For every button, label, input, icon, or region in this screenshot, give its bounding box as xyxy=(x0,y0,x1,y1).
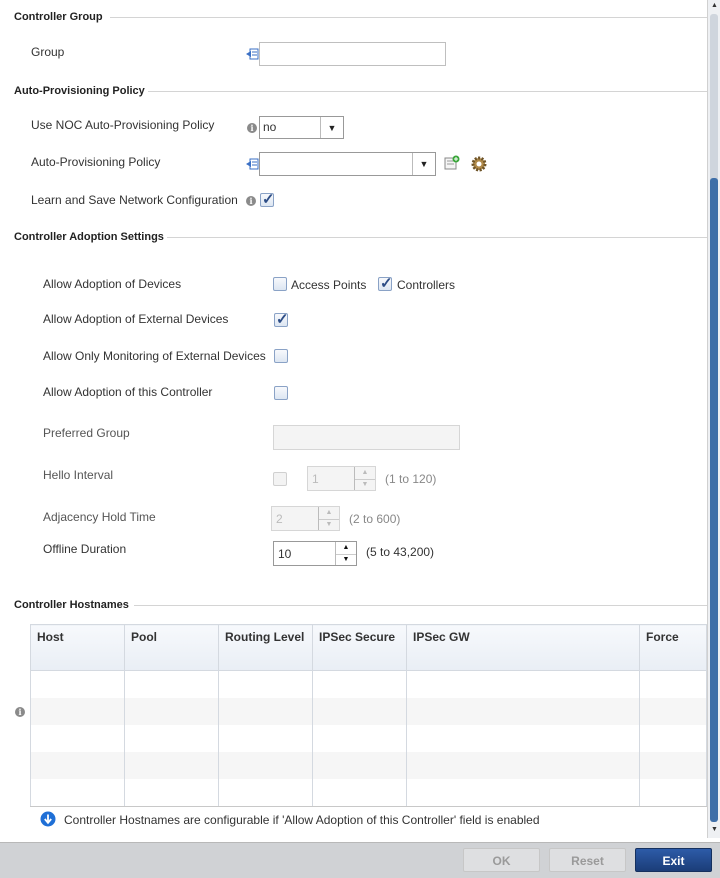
hello-interval-range: (1 to 120) xyxy=(385,472,437,486)
create-policy-icon[interactable] xyxy=(444,155,460,171)
section-divider xyxy=(110,17,707,18)
hello-interval-label: Hello Interval xyxy=(43,468,114,482)
offline-duration-value: 10 xyxy=(278,547,292,561)
exit-button[interactable]: Exit xyxy=(635,848,712,872)
section-divider xyxy=(167,237,707,238)
scroll-up-icon[interactable]: ▲ xyxy=(708,0,720,12)
adjacency-hold-range: (2 to 600) xyxy=(349,512,401,526)
table-row xyxy=(30,752,707,779)
info-icon: i xyxy=(247,123,257,133)
adopt-this-checkbox[interactable] xyxy=(274,386,288,400)
info-icon: i xyxy=(15,707,25,717)
checkmark-icon: ✓ xyxy=(380,275,393,292)
hello-interval-value: 1 xyxy=(312,472,319,486)
learn-save-label: Learn and Save Network Configuration xyxy=(31,193,238,207)
use-noc-label: Use NOC Auto-Provisioning Policy xyxy=(31,118,215,132)
use-noc-select[interactable]: no ▼ xyxy=(259,116,344,139)
section-controller-group: Controller Group xyxy=(14,11,103,23)
table-header-row: Host Pool Routing Level IPSec Secure IPS… xyxy=(30,624,707,671)
preferred-group-label: Preferred Group xyxy=(43,426,130,440)
offline-duration-stepper[interactable]: 10 ▲ ▼ xyxy=(273,541,357,566)
auto-policy-label: Auto-Provisioning Policy xyxy=(31,155,161,169)
gear-icon[interactable] xyxy=(470,155,488,173)
section-divider xyxy=(134,605,707,606)
column-header-pool[interactable]: Pool xyxy=(124,624,219,671)
table-row xyxy=(30,698,707,725)
table-row xyxy=(30,670,707,698)
controllers-checkbox[interactable]: ✓ xyxy=(378,275,393,292)
stepper-down-icon[interactable]: ▼ xyxy=(336,554,356,566)
ok-button[interactable]: OK xyxy=(463,848,540,872)
allow-adoption-label: Allow Adoption of Devices xyxy=(43,277,182,291)
chevron-down-icon: ▼ xyxy=(320,117,343,138)
preferred-group-input[interactable] xyxy=(273,425,460,450)
vertical-scrollbar[interactable]: ▲ ▼ xyxy=(707,0,720,838)
section-hostnames: Controller Hostnames xyxy=(14,599,129,611)
allow-external-checkbox[interactable]: ✓ xyxy=(274,311,289,328)
auto-policy-select[interactable]: ▼ xyxy=(259,152,436,176)
checkmark-icon: ✓ xyxy=(276,311,289,328)
adjacency-hold-value: 2 xyxy=(276,512,283,526)
hostnames-table: Host Pool Routing Level IPSec Secure IPS… xyxy=(30,624,707,807)
table-row xyxy=(30,725,707,752)
adjacency-hold-stepper[interactable]: 2 ▲ ▼ xyxy=(271,506,340,531)
stepper-down-icon: ▼ xyxy=(361,480,369,488)
stepper-down-icon: ▼ xyxy=(325,520,333,528)
hostnames-note: Controller Hostnames are configurable if… xyxy=(64,813,540,827)
section-adoption-settings: Controller Adoption Settings xyxy=(14,231,164,243)
table-row xyxy=(30,779,707,807)
group-label: Group xyxy=(31,45,65,59)
column-header-ipsec-secure[interactable]: IPSec Secure xyxy=(312,624,407,671)
group-ref-icon xyxy=(245,47,259,61)
reset-button[interactable]: Reset xyxy=(549,848,626,872)
info-icon: i xyxy=(246,196,256,206)
policy-ref-icon xyxy=(245,157,259,171)
column-header-routing-level[interactable]: Routing Level xyxy=(218,624,313,671)
monitor-external-label: Allow Only Monitoring of External Device… xyxy=(43,349,266,363)
allow-external-label: Allow Adoption of External Devices xyxy=(43,312,229,326)
adopt-this-label: Allow Adoption of this Controller xyxy=(43,385,213,399)
controllers-label: Controllers xyxy=(397,278,456,292)
section-auto-provisioning: Auto-Provisioning Policy xyxy=(14,85,145,97)
column-header-force[interactable]: Force xyxy=(639,624,707,671)
checkmark-icon: ✓ xyxy=(262,191,275,208)
access-points-label: Access Points xyxy=(291,278,367,292)
hello-interval-checkbox[interactable] xyxy=(273,472,287,486)
scrollbar-track[interactable] xyxy=(710,14,718,184)
group-input[interactable] xyxy=(259,42,446,66)
column-header-ipsec-gw[interactable]: IPSec GW xyxy=(406,624,640,671)
monitor-external-checkbox[interactable] xyxy=(274,349,288,363)
chevron-down-icon: ▼ xyxy=(412,153,435,175)
column-header-host[interactable]: Host xyxy=(30,624,125,671)
adjacency-hold-label: Adjacency Hold Time xyxy=(43,510,156,524)
scroll-down-icon[interactable]: ▼ xyxy=(708,824,720,836)
offline-duration-label: Offline Duration xyxy=(43,542,127,556)
footer-bar: OK Reset Exit xyxy=(0,842,720,878)
arrow-down-circle-icon xyxy=(40,811,56,827)
scrollbar-thumb[interactable] xyxy=(710,178,718,822)
section-divider xyxy=(148,91,707,92)
hello-interval-stepper[interactable]: 1 ▲ ▼ xyxy=(307,466,376,491)
offline-duration-range: (5 to 43,200) xyxy=(366,545,435,559)
learn-save-checkbox[interactable]: ✓ xyxy=(260,191,275,208)
access-points-checkbox[interactable] xyxy=(273,277,287,291)
use-noc-value: no xyxy=(263,120,277,134)
